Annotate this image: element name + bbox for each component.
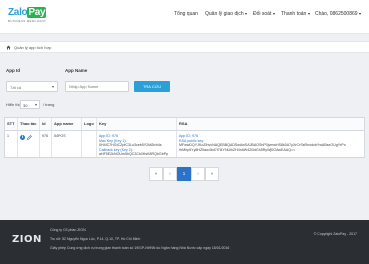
page-size-select[interactable]: 30 <box>20 100 40 109</box>
cell-rsa: App ID: 976 RSA public key: MFwwDQYJKoZI… <box>177 131 364 157</box>
column-header-rsa[interactable]: RSA <box>177 118 364 130</box>
search-button[interactable]: TRA CỨU <box>134 81 170 92</box>
column-header-app-name[interactable]: App name <box>52 118 82 130</box>
column-header-stt[interactable]: STT <box>5 118 18 130</box>
cell-app-name: 54POS <box>52 131 82 157</box>
zion-logo-text: ZION <box>12 234 42 245</box>
cell-stt: 1 <box>5 131 18 157</box>
page-size-label: Hiển thị <box>6 102 20 107</box>
page-first-button[interactable]: « <box>149 167 163 181</box>
nav-overview[interactable]: Tổng quan <box>174 11 198 17</box>
chevron-down-icon <box>52 86 54 88</box>
column-header-logo[interactable]: Logo <box>82 118 97 130</box>
footer: ZION Công ty Cổ phần ZION Trụ sở: 52 Ngu… <box>0 220 369 264</box>
app-id-label: App Id <box>6 68 20 73</box>
cell-id: 976 <box>40 131 52 157</box>
app-id-select[interactable]: Tất cả <box>6 81 58 92</box>
column-header-actions[interactable]: Thao tác <box>18 118 40 130</box>
home-icon[interactable] <box>6 45 11 50</box>
column-header-id[interactable]: Id <box>40 118 52 130</box>
rsa-public-key-value-cont: 9rMhp5Yy8HZ0aw4bd7t7l4YNUIkZH4nhW42l3dGh… <box>179 147 296 152</box>
footer-company: Công ty Cổ phần ZION <box>50 228 86 232</box>
cell-actions: i <box>18 131 40 157</box>
app-id-select-value: Tất cả <box>10 84 22 90</box>
cell-key: App ID: 976 Mac Key (Key 1): 0H4IC7HGtCZ… <box>97 131 177 157</box>
page-size-suffix: / trang <box>43 102 55 107</box>
apps-table: STT Thao tác Id App name Logo Key RSA 1 … <box>4 117 365 158</box>
footer-address: Trụ sở: 52 Nguyễn Ngọc Lộc, P.14, Q.10, … <box>50 237 141 241</box>
chevron-down-icon <box>359 12 362 15</box>
column-header-key[interactable]: Key <box>97 118 177 130</box>
nav-user-menu[interactable]: Chào, 0862500869 <box>315 11 362 17</box>
pagination: « ‹ 1 › » <box>149 167 220 181</box>
nav-payment[interactable]: Thanh toán <box>281 11 310 17</box>
app-name-input[interactable] <box>65 81 129 92</box>
page-size-value: 30 <box>23 102 28 108</box>
footer-license: Giấy phép Cung ứng dịch vụ trung gian th… <box>50 246 230 250</box>
breadcrumb-current: Quản lý app tích hợp <box>14 45 52 50</box>
nav-reconciliation[interactable]: Đối soát <box>253 11 275 17</box>
page-current-button[interactable]: 1 <box>177 167 191 181</box>
page-prev-button[interactable]: ‹ <box>163 167 177 181</box>
chevron-down-icon <box>35 104 37 106</box>
info-icon[interactable]: i <box>20 135 25 140</box>
cell-logo <box>82 131 97 157</box>
chevron-down-icon <box>245 12 248 15</box>
footer-copyright: © Copyright ZaloPay - 2017 <box>313 232 357 236</box>
chevron-down-icon <box>307 12 310 15</box>
logo-text-accent: Pay <box>27 7 47 18</box>
top-navbar: ZaloPay BUSINESS MERCHANT Tổng quan Quản… <box>0 0 369 34</box>
edit-icon[interactable] <box>27 135 32 140</box>
app-name-label: App Name <box>65 68 88 73</box>
zalopay-logo[interactable]: ZaloPay BUSINESS MERCHANT <box>8 7 48 27</box>
logo-text-primary: Zalo <box>8 7 28 18</box>
zion-logo: ZION <box>12 234 42 248</box>
chevron-down-icon <box>272 12 275 15</box>
nav-transactions[interactable]: Quản lý giao dịch <box>205 11 248 17</box>
page-next-button[interactable]: › <box>191 167 205 181</box>
logo-tagline: BUSINESS MERCHANT <box>8 19 47 23</box>
callback-key-value: aHF5E2kNOUm5hQC3Ck0HsK8RQbGbPp <box>99 152 169 157</box>
page-last-button[interactable]: » <box>205 167 219 181</box>
breadcrumb: Quản lý app tích hợp <box>0 41 369 53</box>
